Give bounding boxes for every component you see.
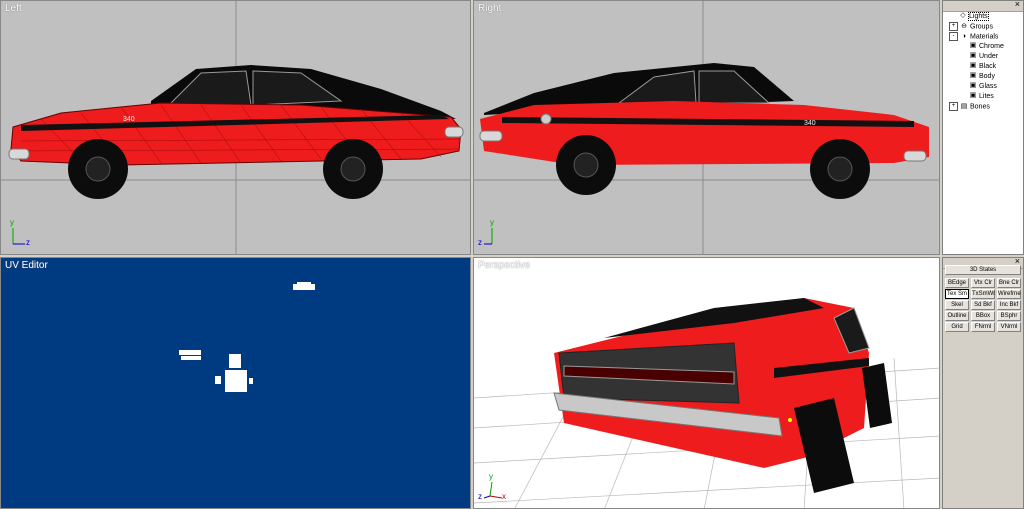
car-badge: 340 [123,116,135,123]
state-button-bne-clr[interactable]: Bne Clr [997,278,1021,288]
perspective-canvas [474,298,939,508]
state-button-inc-bkf[interactable]: Inc Bkf [997,300,1021,310]
tree-item-glass[interactable]: ▣ Glass [949,82,1023,92]
axis-gizmo: y z x [478,472,508,502]
tree-item-label: Under [979,53,999,60]
state-button-tex-sm[interactable]: Tex Sm [945,289,969,299]
state-button-skel[interactable]: Skel [945,300,969,310]
tree-item-materials[interactable]: - ◑ Materials [949,32,1023,42]
state-button-sd-bkf[interactable]: Sd Bkf [971,300,995,310]
car-badge: 340 [804,120,816,127]
tree-item-groups[interactable]: + ⊖ Groups [949,22,1023,32]
state-button-txsmwr[interactable]: TxSmWr [971,289,995,299]
texture-icon: ▣ [969,42,977,50]
axis-z-label: z [26,238,30,247]
light-icon: ◇ [960,12,966,20]
texture-icon: ▣ [969,62,977,70]
texture-icon: ▣ [969,72,977,80]
axis-y-label: y [10,218,14,227]
collapse-icon[interactable]: - [949,32,958,41]
tree-item-black[interactable]: ▣ Black [949,62,1023,72]
viewport-right[interactable]: Right 340 y z [473,0,940,255]
tree-item-label: Black [979,63,997,70]
tree-item-chrome[interactable]: ▣ Chrome [949,42,1023,52]
panel-titlebar: × [943,0,1023,12]
axis-gizmo: y z [478,218,508,248]
tree-item-label: Chrome [979,43,1004,50]
states-title-button[interactable]: 3D States [945,265,1021,275]
uv-canvas [179,282,315,392]
texture-icon: ▣ [969,92,977,100]
state-button-wirefrne[interactable]: Wirefrne [997,289,1021,299]
viewport-label: Left [5,3,22,14]
state-button-bsphr[interactable]: BSphr [997,311,1021,321]
axis-x-label: x [502,492,506,501]
state-button-outline[interactable]: Outline [945,311,969,321]
axis-y-label: y [489,472,493,481]
tree-item-bones[interactable]: + ▤ Bones [949,102,1023,112]
car-wheel [862,363,892,428]
left-view-canvas: 340 [1,1,470,254]
state-button-bbox[interactable]: BBox [971,311,995,321]
state-button-fnrml[interactable]: FNrml [971,322,995,332]
material-icon: ◑ [961,32,967,40]
states-panel: × 3D States BEdge Vtx Clr Bne Clr Tex Sm TxS… [942,256,1024,509]
scene-tree-panel: × ◇ Lights + ⊖ Groups - ◑ Materials ▣ Chrome ▣ Unde… [942,0,1024,255]
tree-item-lites[interactable]: ▣ Lites [949,92,1023,102]
axis-y-label: y [490,218,494,227]
viewport-label: UV Editor [5,260,48,271]
state-button-vnrml[interactable]: VNrml [997,322,1021,332]
tree-item-label: Glass [979,83,997,90]
tree-item-label: Lights [968,12,989,21]
groups-icon: ⊖ [961,22,967,30]
tree-item-label: Groups [970,23,993,31]
tree-item-under[interactable]: ▣ Under [949,52,1023,62]
viewport-perspective[interactable]: Perspective y z x [473,257,940,509]
expand-icon[interactable]: + [949,102,958,111]
state-button-bedge[interactable]: BEdge [945,278,969,288]
texture-icon: ▣ [969,82,977,90]
tree-item-label: Bones [970,103,990,111]
texture-icon: ▣ [969,52,977,60]
state-button-grid[interactable]: Grid [945,322,969,332]
expand-icon[interactable]: + [949,22,958,31]
tree-item-label: Materials [970,33,999,41]
viewport-left[interactable]: Left 340 y z [0,0,471,255]
tree-item-body[interactable]: ▣ Body [949,72,1023,82]
bones-icon: ▤ [960,102,968,110]
scene-tree: ◇ Lights + ⊖ Groups - ◑ Materials ▣ Chrome ▣ Under ▣… [943,12,1023,112]
tree-item-lights[interactable]: ◇ Lights [949,12,1023,22]
viewport-uv-editor[interactable]: UV Editor [0,257,471,509]
tree-item-label: Body [979,73,995,80]
close-icon[interactable]: × [1015,0,1020,9]
right-view-canvas: 340 [474,1,939,254]
viewport-label: Right [478,3,502,14]
axis-gizmo: y z [9,218,35,248]
viewport-label: Perspective [478,260,531,271]
axis-z-label: z [478,238,482,247]
tree-item-label: Lites [979,93,994,100]
axis-z-label: z [478,492,482,501]
state-button-vtx-clr[interactable]: Vtx Clr [971,278,995,288]
